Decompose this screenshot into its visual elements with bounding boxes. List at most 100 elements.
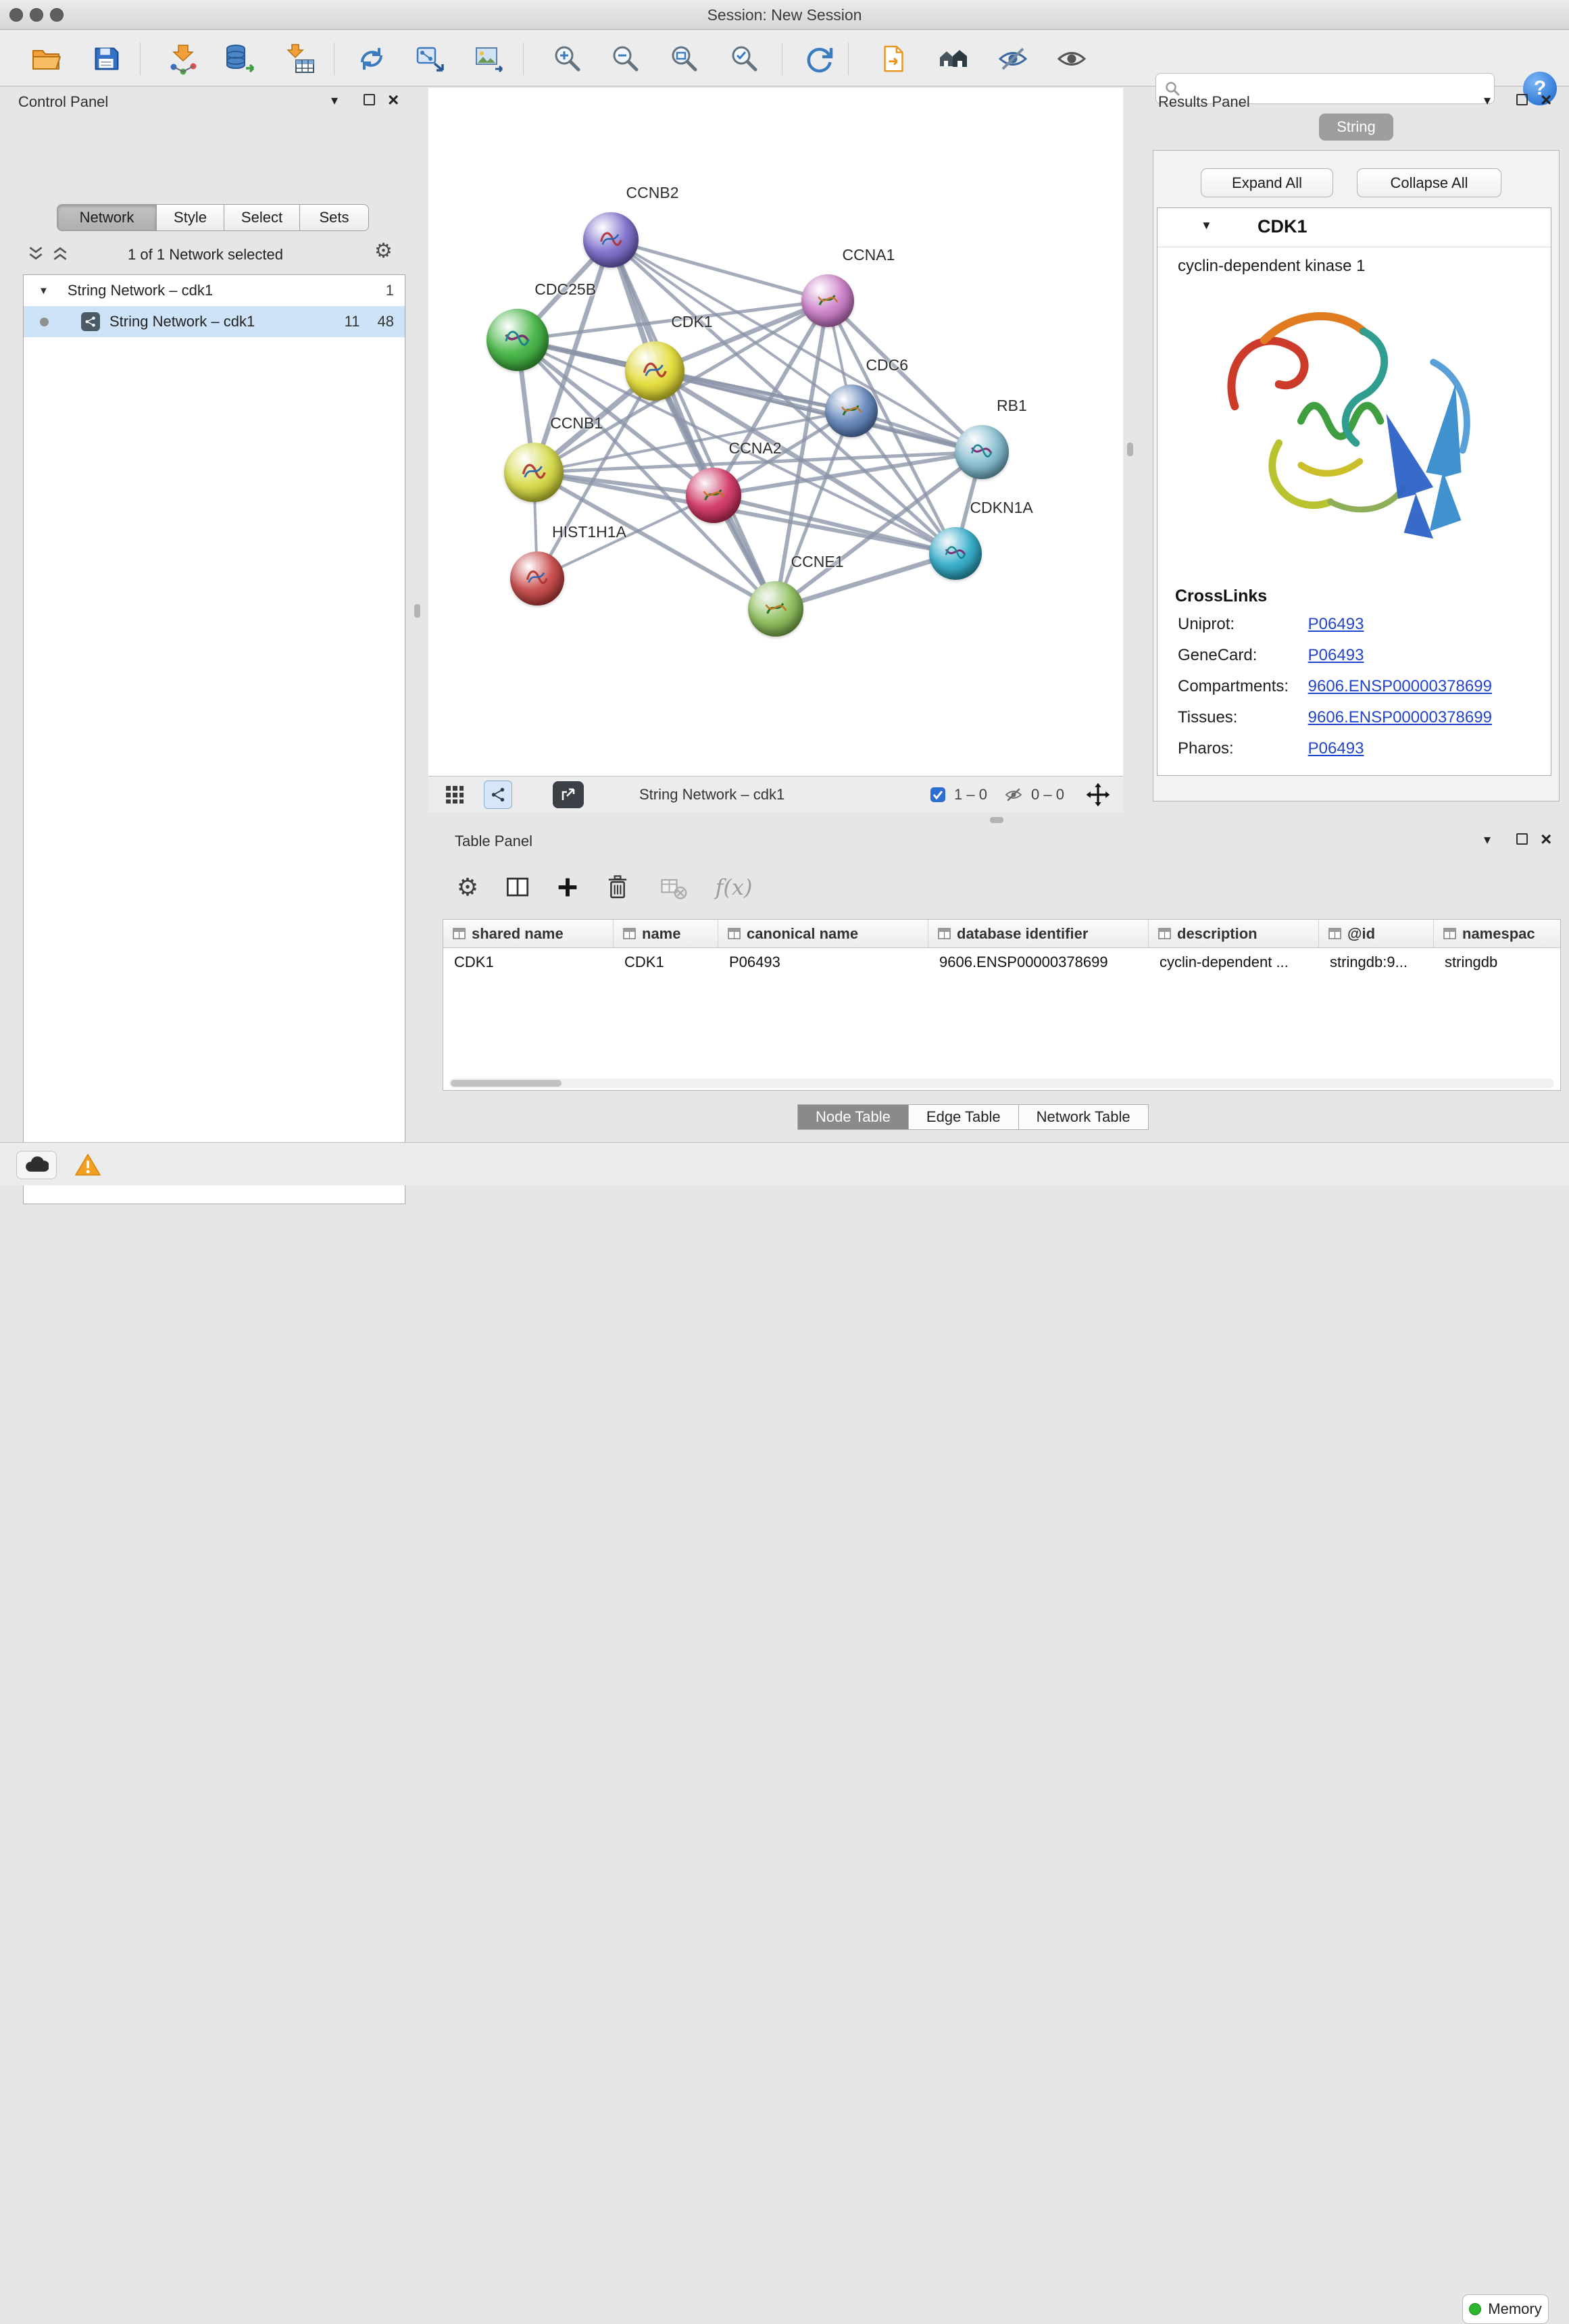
results-panel-close-icon[interactable]: × <box>1541 93 1551 107</box>
network-node-ccna1[interactable] <box>801 274 854 327</box>
column-header-shared-name[interactable]: shared name <box>443 920 614 947</box>
import-network-from-file-button[interactable] <box>164 40 202 78</box>
table-row[interactable]: CDK1 CDK1 P06493 9606.ENSP00000378699 cy… <box>443 948 1560 976</box>
collapse-all-button[interactable]: Collapse All <box>1357 168 1501 197</box>
results-panel-dropdown-icon[interactable]: ▾ <box>1484 92 1491 109</box>
copy-document-button[interactable] <box>875 40 913 78</box>
network-node-ccna2[interactable] <box>686 468 741 523</box>
node-table: shared name name canonical name database… <box>443 919 1561 1091</box>
open-in-new-window-button[interactable] <box>553 781 584 808</box>
tab-node-table[interactable]: Node Table <box>797 1104 909 1130</box>
tab-style[interactable]: Style <box>157 204 224 231</box>
string-home-button[interactable] <box>935 40 972 78</box>
column-header-canonical-name[interactable]: canonical name <box>718 920 928 947</box>
column-header-id[interactable]: @id <box>1319 920 1434 947</box>
crosslink-pharos-link[interactable]: P06493 <box>1308 739 1364 758</box>
tab-sets[interactable]: Sets <box>300 204 369 231</box>
cell-namespace[interactable]: stringdb <box>1434 948 1560 976</box>
column-icon <box>1443 928 1456 939</box>
network-node-ccne1[interactable] <box>748 581 803 637</box>
cloud-status-button[interactable] <box>16 1151 57 1179</box>
table-settings-button[interactable]: ⚙ <box>443 873 493 901</box>
right-splitter-handle[interactable] <box>1127 443 1133 456</box>
selected-checkbox[interactable] <box>930 776 946 813</box>
import-network-from-database-button[interactable] <box>221 40 259 78</box>
tab-network-table[interactable]: Network Table <box>1019 1104 1149 1130</box>
network-canvas[interactable]: CCNB2CCNA1CDC25BCDK1CDC6RB1CCNB1CCNA2CDK… <box>428 88 1123 776</box>
results-tab-string[interactable]: String <box>1319 114 1393 141</box>
scrollbar-thumb[interactable] <box>451 1080 562 1087</box>
cell-database-identifier[interactable]: 9606.ENSP00000378699 <box>928 948 1149 976</box>
new-network-from-selection-button[interactable] <box>412 40 449 78</box>
delete-column-button[interactable] <box>593 873 643 901</box>
warnings-button[interactable] <box>70 1151 105 1179</box>
zoom-in-button[interactable] <box>549 40 587 78</box>
network-node-rb1[interactable] <box>955 425 1009 479</box>
control-panel-maximize-icon[interactable] <box>364 94 375 105</box>
entry-disclosure-icon[interactable]: ▼ <box>1201 219 1212 232</box>
network-node-ccnb1[interactable] <box>504 443 564 502</box>
zoom-out-button[interactable] <box>607 40 645 78</box>
network-node-ccnb2[interactable] <box>583 212 639 268</box>
gene-entry-header[interactable]: ▼ CDK1 <box>1157 208 1551 247</box>
control-panel-dropdown-icon[interactable]: ▾ <box>331 92 338 109</box>
column-header-description[interactable]: description <box>1149 920 1319 947</box>
network-node-cdc25b[interactable] <box>487 309 549 371</box>
zoom-fit-icon <box>668 43 701 75</box>
table-panel-maximize-icon[interactable] <box>1516 833 1528 845</box>
cell-name[interactable]: CDK1 <box>614 948 718 976</box>
memory-button[interactable]: Memory <box>1462 2294 1549 2324</box>
toggle-string-style-button[interactable] <box>994 40 1032 78</box>
network-node-cdkn1a[interactable] <box>929 527 982 580</box>
network-node-cdc6[interactable] <box>825 385 878 437</box>
network-type-button[interactable] <box>484 781 512 809</box>
import-table-from-file-button[interactable] <box>281 40 319 78</box>
export-image-button[interactable] <box>470 40 508 78</box>
table-panel-close-icon[interactable]: × <box>1541 833 1551 846</box>
show-columns-button[interactable] <box>493 872 543 902</box>
cell-description[interactable]: cyclin-dependent ... <box>1149 948 1319 976</box>
cell-shared-name[interactable]: CDK1 <box>443 948 614 976</box>
network-node-hist1h1a[interactable] <box>510 551 564 605</box>
column-header-namespace[interactable]: namespac <box>1434 920 1560 947</box>
delete-table-button-disabled[interactable] <box>643 872 703 902</box>
column-header-database-identifier[interactable]: database identifier <box>928 920 1149 947</box>
column-header-name[interactable]: name <box>614 920 718 947</box>
refresh-icon <box>803 43 836 75</box>
crosslink-genecard-link[interactable]: P06493 <box>1308 646 1364 664</box>
crosslink-uniprot-link[interactable]: P06493 <box>1308 615 1364 633</box>
cell-id[interactable]: stringdb:9... <box>1319 948 1434 976</box>
first-neighbors-button[interactable] <box>353 40 391 78</box>
control-panel-close-icon[interactable]: × <box>388 93 399 107</box>
pan-mode-button[interactable] <box>1085 776 1111 813</box>
expand-all-button[interactable]: Expand All <box>1201 168 1333 197</box>
save-session-button[interactable] <box>87 40 125 78</box>
zoom-fit-button[interactable] <box>666 40 703 78</box>
zoom-selected-button[interactable] <box>726 40 764 78</box>
crosslink-compartments-link[interactable]: 9606.ENSP00000378699 <box>1308 677 1492 695</box>
crosslink-tissues-link[interactable]: 9606.ENSP00000378699 <box>1308 708 1492 726</box>
left-splitter-handle[interactable] <box>414 604 420 618</box>
disclosure-triangle-icon[interactable]: ▼ <box>39 285 49 297</box>
horizontal-splitter-handle[interactable] <box>990 817 1003 823</box>
show-graphics-details-button[interactable] <box>1053 40 1091 78</box>
results-panel-maximize-icon[interactable] <box>1516 94 1528 105</box>
tab-select[interactable]: Select <box>224 204 300 231</box>
column-icon <box>728 928 741 939</box>
cell-canonical-name[interactable]: P06493 <box>718 948 928 976</box>
network-node-cdk1[interactable] <box>625 341 684 401</box>
network-options-gear-icon[interactable]: ⚙ <box>374 239 393 263</box>
tab-network[interactable]: Network <box>57 204 157 231</box>
birds-eye-view-button[interactable] <box>445 776 465 813</box>
add-column-button[interactable] <box>543 874 593 901</box>
network-collection-row[interactable]: ▼ String Network – cdk1 1 <box>24 275 405 306</box>
table-horizontal-scrollbar[interactable] <box>449 1079 1554 1088</box>
open-session-button[interactable] <box>27 40 65 78</box>
network-view-toolbar: String Network – cdk1 1 – 0 0 – 0 <box>428 776 1123 812</box>
refresh-button[interactable] <box>801 40 839 78</box>
network-row-selected[interactable]: String Network – cdk1 11 48 <box>24 306 405 337</box>
table-panel-dropdown-icon[interactable]: ▾ <box>1484 831 1491 848</box>
tab-edge-table[interactable]: Edge Table <box>909 1104 1019 1130</box>
function-builder-button-disabled[interactable]: f(x) <box>703 874 764 900</box>
help-button[interactable]: ? <box>1523 72 1557 105</box>
